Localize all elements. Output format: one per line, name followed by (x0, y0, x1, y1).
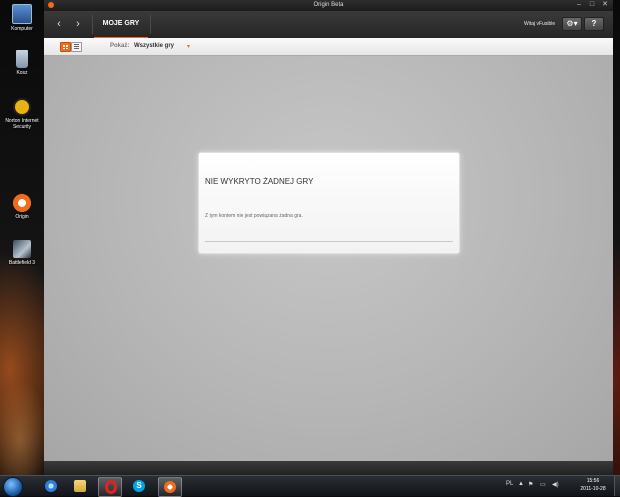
network-icon[interactable]: ▭ (540, 481, 546, 488)
window-title: Origin Beta (313, 2, 344, 8)
taskbar-item-ie[interactable] (40, 477, 62, 495)
tab-my-games[interactable]: MOJE GRY (94, 11, 148, 39)
nav-separator (150, 15, 151, 34)
origin-icon (164, 481, 176, 493)
games-content-area (44, 56, 613, 461)
volume-icon[interactable]: ◀) (552, 481, 559, 488)
close-button[interactable]: ✕ (600, 1, 610, 9)
dialog-divider (205, 241, 453, 242)
battlefield-icon (13, 240, 31, 258)
taskbar-item-opera[interactable] (98, 477, 122, 497)
help-button[interactable]: ? (584, 17, 604, 31)
title-bar[interactable]: Origin Beta – □ ✕ (44, 0, 613, 11)
sign-in-link[interactable]: Witaj vFusible (524, 21, 555, 27)
recycle-bin-icon (16, 50, 28, 68)
clock-time: 15:56 (586, 478, 600, 484)
back-arrow-icon[interactable]: ‹ (52, 17, 66, 31)
taskbar-item-origin[interactable] (158, 477, 182, 497)
desktop-icon-label: Battlefield 3 (8, 260, 36, 266)
show-desktop-button[interactable] (614, 476, 620, 496)
desktop-icon-norton[interactable]: Norton Internet Security (0, 98, 44, 130)
taskbar-item-explorer[interactable] (69, 477, 91, 495)
start-button[interactable] (3, 477, 23, 497)
desktop-icon-computer[interactable]: Komputer (0, 4, 44, 32)
grid-view-icon[interactable] (60, 42, 71, 52)
show-filter-label: Pokaż: (110, 43, 130, 49)
origin-window: Origin Beta – □ ✕ ‹ › MOJE GRY Witaj vFu… (44, 0, 613, 475)
nav-bar: ‹ › MOJE GRY Witaj vFusible ⚙▾ ? (44, 11, 613, 39)
tray-expand-icon[interactable]: ▲ (518, 481, 524, 487)
show-filter-dropdown[interactable]: Wszystkie gry (134, 43, 174, 49)
desktop-icon-recycle-bin[interactable]: Kosz (0, 50, 44, 76)
taskbar-item-skype[interactable]: S (128, 477, 150, 495)
desktop-icon-battlefield[interactable]: Battlefield 3 (0, 240, 44, 266)
settings-gear-icon[interactable]: ⚙▾ (562, 17, 582, 31)
dialog-message: Z tym kontem nie jest powiązana żadna gr… (205, 213, 303, 219)
clock-date: 2011-10-28 (580, 486, 606, 492)
desktop-icon-label: Komputer (11, 26, 33, 32)
system-clock[interactable]: 15:56 2011-10-28 (574, 477, 612, 493)
opera-icon (105, 480, 117, 494)
chevron-down-icon[interactable]: ▾ (187, 43, 190, 50)
minimize-button[interactable]: – (574, 1, 584, 9)
internet-explorer-icon (45, 480, 57, 492)
nav-separator (92, 15, 93, 34)
maximize-button[interactable]: □ (587, 1, 597, 9)
filter-bar: Pokaż: Wszystkie gry ▾ (44, 38, 613, 56)
no-games-dialog: NIE WYKRYTO ŻADNEJ GRY Z tym kontem nie … (198, 152, 460, 254)
norton-icon (13, 98, 31, 116)
action-center-flag-icon[interactable]: ⚑ (528, 481, 533, 488)
desktop-icon-label: Origin (15, 214, 29, 220)
list-view-icon[interactable] (71, 42, 82, 52)
forward-arrow-icon[interactable]: › (71, 17, 85, 31)
desktop-icon-label: Kosz (16, 70, 28, 76)
dialog-title: NIE WYKRYTO ŻADNEJ GRY (205, 177, 314, 186)
folder-icon (74, 480, 86, 492)
window-bottom-bar (44, 461, 613, 475)
computer-icon (12, 4, 32, 24)
taskbar: S PL ▲ ⚑ ▭ ◀) 15:56 2011-10-28 (0, 475, 620, 497)
origin-icon (13, 194, 31, 212)
language-indicator[interactable]: PL (506, 481, 513, 487)
skype-icon: S (133, 480, 145, 492)
desktop-icon-origin[interactable]: Origin (0, 194, 44, 220)
desktop-icon-label: Norton Internet Security (5, 118, 39, 130)
